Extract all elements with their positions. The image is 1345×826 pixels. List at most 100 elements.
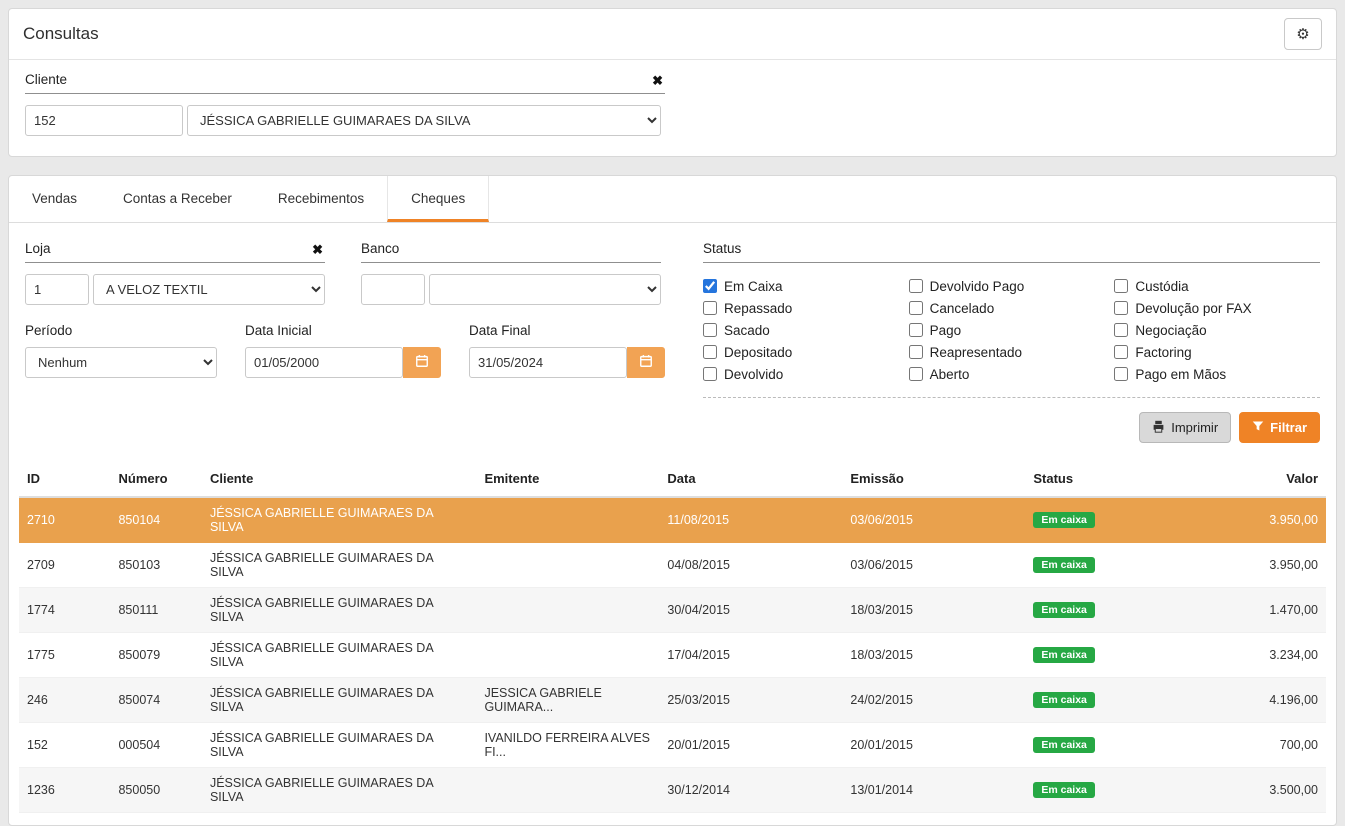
tab[interactable]: Recebimentos bbox=[255, 176, 387, 222]
settings-button[interactable]: ⚙ bbox=[1284, 18, 1322, 50]
status-checkbox[interactable] bbox=[909, 367, 923, 381]
table-row[interactable]: 2709 850103 JÉSSICA GABRIELLE GUIMARAES … bbox=[19, 543, 1326, 588]
column-header[interactable]: Cliente bbox=[202, 461, 476, 497]
status-checkbox[interactable] bbox=[909, 323, 923, 337]
status-checkbox-option[interactable]: Devolução por FAX bbox=[1114, 297, 1320, 319]
clear-loja-button[interactable]: ✖ bbox=[310, 243, 325, 256]
filters-row-2: Período Nenhum Data Inicial bbox=[25, 323, 677, 378]
cell-numero: 850111 bbox=[110, 588, 201, 633]
cell-id: 1774 bbox=[19, 588, 110, 633]
status-checkbox[interactable] bbox=[1114, 301, 1128, 315]
status-checkbox-option[interactable]: Depositado bbox=[703, 341, 909, 363]
status-checkbox-label: Devolvido bbox=[724, 367, 783, 382]
table-row[interactable]: 1774 850111 JÉSSICA GABRIELLE GUIMARAES … bbox=[19, 588, 1326, 633]
status-checkbox-option[interactable]: Repassado bbox=[703, 297, 909, 319]
cell-emissao: 18/03/2015 bbox=[842, 588, 1025, 633]
cliente-select[interactable]: JÉSSICA GABRIELLE GUIMARAES DA SILVA bbox=[187, 105, 661, 136]
status-checkbox-option[interactable]: Custódia bbox=[1114, 275, 1320, 297]
cell-emissao: 13/01/2014 bbox=[842, 768, 1025, 813]
cell-emissao: 03/06/2015 bbox=[842, 543, 1025, 588]
status-checkbox[interactable] bbox=[703, 279, 717, 293]
status-checkbox-label: Sacado bbox=[724, 323, 770, 338]
status-checkbox[interactable] bbox=[703, 367, 717, 381]
tab[interactable]: Vendas bbox=[9, 176, 100, 222]
periodo-select[interactable]: Nenhum bbox=[25, 347, 217, 378]
status-checkbox-option[interactable]: Em Caixa bbox=[703, 275, 909, 297]
filtrar-button[interactable]: Filtrar bbox=[1239, 412, 1320, 443]
page-title: Consultas bbox=[23, 24, 99, 44]
banco-code-input[interactable] bbox=[361, 274, 425, 305]
cell-status: Em caixa bbox=[1025, 543, 1208, 588]
status-checkbox-label: Reapresentado bbox=[930, 345, 1022, 360]
status-checkbox-option[interactable]: Sacado bbox=[703, 319, 909, 341]
data-final-calendar-button[interactable] bbox=[627, 347, 665, 378]
table-row[interactable]: 2710 850104 JÉSSICA GABRIELLE GUIMARAES … bbox=[19, 497, 1326, 543]
table-row[interactable]: 246 850074 JÉSSICA GABRIELLE GUIMARAES D… bbox=[19, 678, 1326, 723]
table-row[interactable]: 1236 850050 JÉSSICA GABRIELLE GUIMARAES … bbox=[19, 768, 1326, 813]
status-checkbox[interactable] bbox=[909, 279, 923, 293]
main-card: Vendas Contas a Receber Recebimentos Che… bbox=[8, 175, 1337, 826]
cell-status: Em caixa bbox=[1025, 723, 1208, 768]
banco-label: Banco bbox=[361, 241, 399, 256]
imprimir-button[interactable]: Imprimir bbox=[1139, 412, 1231, 443]
status-checkbox-option[interactable]: Reapresentado bbox=[909, 341, 1115, 363]
table-row[interactable]: 1775 850079 JÉSSICA GABRIELLE GUIMARAES … bbox=[19, 633, 1326, 678]
cell-valor: 3.950,00 bbox=[1208, 543, 1326, 588]
status-checkbox[interactable] bbox=[1114, 367, 1128, 381]
clear-cliente-button[interactable]: ✖ bbox=[650, 74, 665, 87]
data-inicial-calendar-button[interactable] bbox=[403, 347, 441, 378]
cell-id: 1775 bbox=[19, 633, 110, 678]
table-row[interactable]: 152 000504 JÉSSICA GABRIELLE GUIMARAES D… bbox=[19, 723, 1326, 768]
status-group: Status Em Caixa Repassado bbox=[703, 241, 1320, 398]
status-checkbox-label: Factoring bbox=[1135, 345, 1191, 360]
status-checkbox[interactable] bbox=[1114, 279, 1128, 293]
cell-status: Em caixa bbox=[1025, 497, 1208, 543]
status-checkbox-label: Negociação bbox=[1135, 323, 1206, 338]
status-badge: Em caixa bbox=[1033, 782, 1095, 799]
cell-valor: 3.950,00 bbox=[1208, 497, 1326, 543]
column-header[interactable]: Valor bbox=[1208, 461, 1326, 497]
status-checkbox-option[interactable]: Cancelado bbox=[909, 297, 1115, 319]
status-checkbox-option[interactable]: Negociação bbox=[1114, 319, 1320, 341]
status-checkbox[interactable] bbox=[909, 345, 923, 359]
status-checkbox-option[interactable]: Pago bbox=[909, 319, 1115, 341]
periodo-group: Período Nenhum bbox=[25, 323, 217, 378]
cell-emissao: 03/06/2015 bbox=[842, 497, 1025, 543]
cell-cliente: JÉSSICA GABRIELLE GUIMARAES DA SILVA bbox=[202, 678, 476, 723]
status-checkbox-option[interactable]: Devolvido Pago bbox=[909, 275, 1115, 297]
status-checkbox[interactable] bbox=[703, 323, 717, 337]
column-header[interactable]: Número bbox=[110, 461, 201, 497]
status-checkbox-label: Devolução por FAX bbox=[1135, 301, 1251, 316]
status-checkbox-option[interactable]: Aberto bbox=[909, 363, 1115, 385]
status-checkbox[interactable] bbox=[703, 301, 717, 315]
banco-select[interactable] bbox=[429, 274, 661, 305]
loja-select[interactable]: A VELOZ TEXTIL bbox=[93, 274, 325, 305]
loja-code-input[interactable] bbox=[25, 274, 89, 305]
column-header[interactable]: Data bbox=[659, 461, 842, 497]
cell-id: 2709 bbox=[19, 543, 110, 588]
loja-inputs: A VELOZ TEXTIL bbox=[25, 274, 325, 305]
cell-emitente: JESSICA GABRIELE GUIMARA... bbox=[476, 678, 659, 723]
status-checkbox[interactable] bbox=[1114, 345, 1128, 359]
tab[interactable]: Cheques bbox=[387, 176, 489, 222]
status-checkbox-option[interactable]: Factoring bbox=[1114, 341, 1320, 363]
status-checkbox-label: Cancelado bbox=[930, 301, 995, 316]
cell-data: 17/04/2015 bbox=[659, 633, 842, 678]
cell-valor: 3.234,00 bbox=[1208, 633, 1326, 678]
column-header[interactable]: Status bbox=[1025, 461, 1208, 497]
column-header[interactable]: ID bbox=[19, 461, 110, 497]
data-final-input[interactable] bbox=[469, 347, 627, 378]
cliente-code-input[interactable] bbox=[25, 105, 183, 136]
status-checkbox[interactable] bbox=[909, 301, 923, 315]
column-header[interactable]: Emissão bbox=[842, 461, 1025, 497]
status-checkbox-label: Repassado bbox=[724, 301, 792, 316]
cell-cliente: JÉSSICA GABRIELLE GUIMARAES DA SILVA bbox=[202, 497, 476, 543]
column-header[interactable]: Emitente bbox=[476, 461, 659, 497]
status-checkbox-label: Pago em Mãos bbox=[1135, 367, 1226, 382]
status-checkbox[interactable] bbox=[703, 345, 717, 359]
status-checkbox-option[interactable]: Pago em Mãos bbox=[1114, 363, 1320, 385]
tab[interactable]: Contas a Receber bbox=[100, 176, 255, 222]
status-checkbox[interactable] bbox=[1114, 323, 1128, 337]
status-checkbox-option[interactable]: Devolvido bbox=[703, 363, 909, 385]
data-inicial-input[interactable] bbox=[245, 347, 403, 378]
